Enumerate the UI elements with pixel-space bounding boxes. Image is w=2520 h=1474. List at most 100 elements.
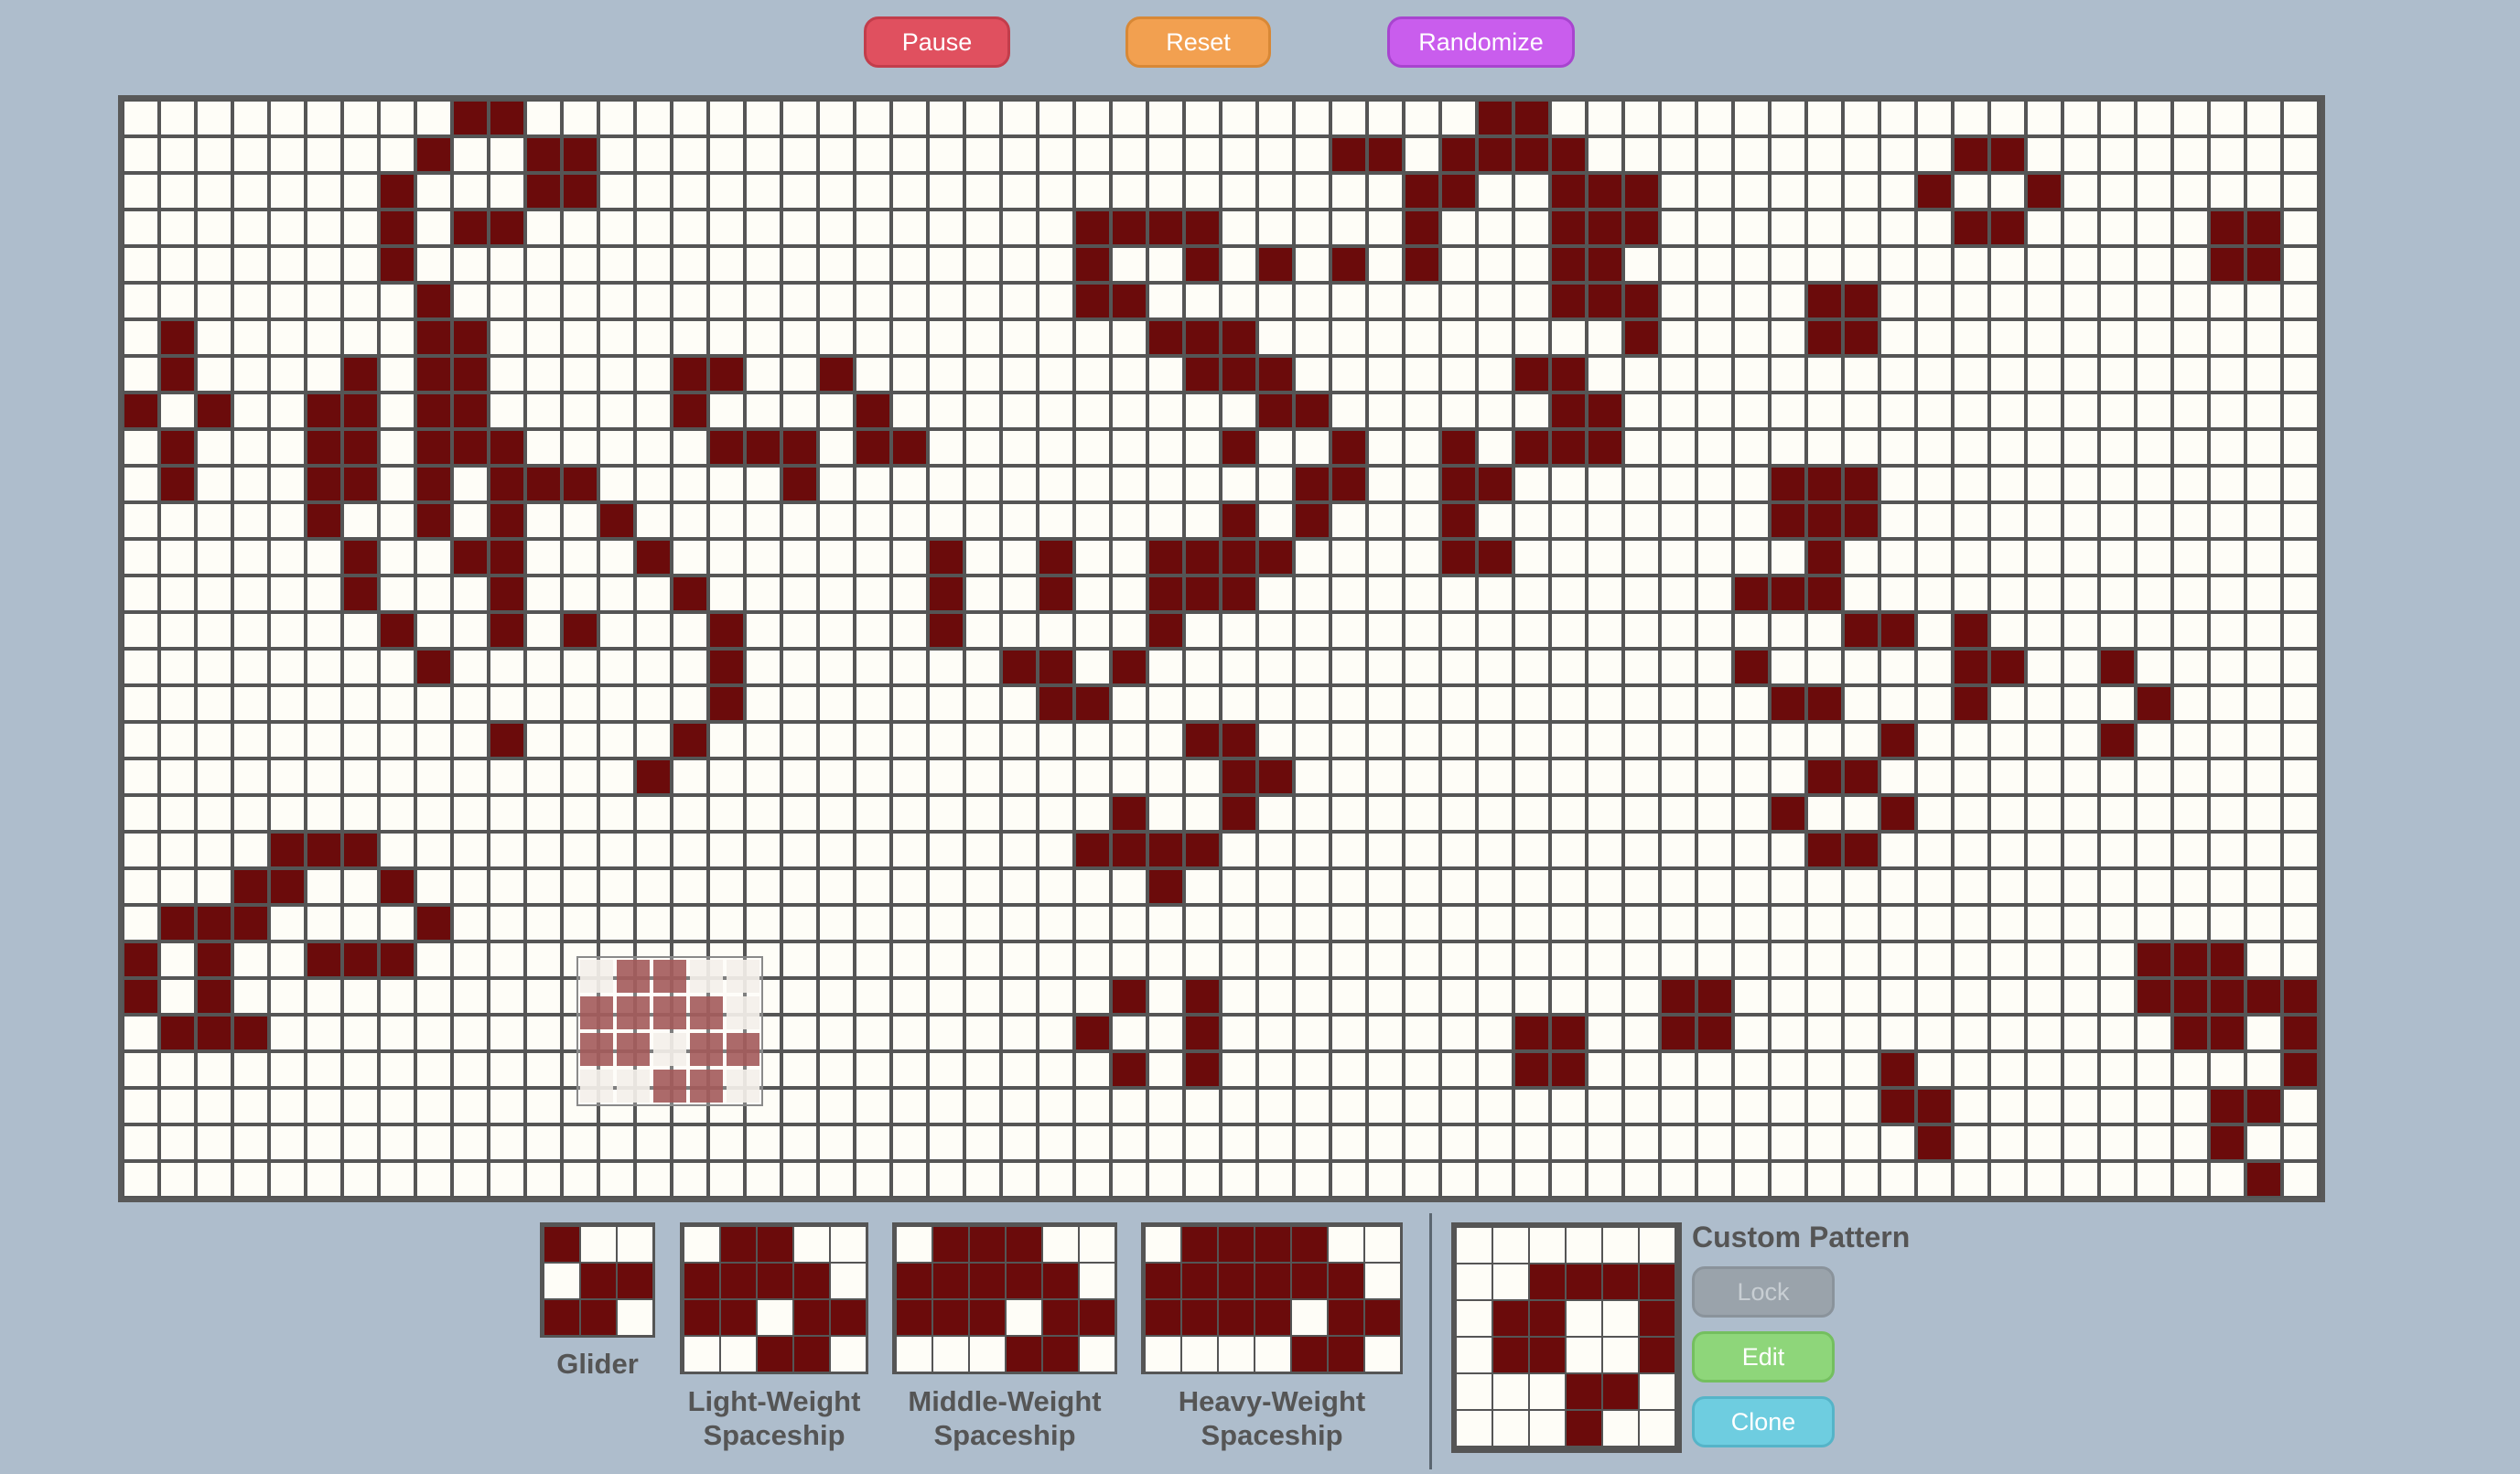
board-cell[interactable]	[1552, 394, 1585, 427]
board-cell[interactable]	[2101, 577, 2134, 610]
board-cell[interactable]	[1662, 175, 1695, 208]
board-cell[interactable]	[2028, 138, 2061, 171]
board-cell[interactable]	[2174, 943, 2207, 976]
board-cell[interactable]	[1296, 248, 1329, 281]
board-cell[interactable]	[490, 1090, 523, 1123]
board-cell[interactable]	[637, 760, 670, 793]
custom-pattern-cell[interactable]	[1603, 1228, 1638, 1263]
board-cell[interactable]	[1515, 1163, 1548, 1196]
board-cell[interactable]	[1662, 211, 1695, 244]
board-cell[interactable]	[1149, 248, 1182, 281]
board-cell[interactable]	[930, 211, 963, 244]
board-cell[interactable]	[783, 468, 816, 500]
board-cell[interactable]	[1259, 1163, 1292, 1196]
board-cell[interactable]	[564, 614, 597, 647]
board-cell[interactable]	[1039, 1017, 1072, 1049]
board-cell[interactable]	[2101, 1126, 2134, 1159]
board-cell[interactable]	[1479, 138, 1512, 171]
board-cell[interactable]	[1881, 358, 1914, 391]
board-cell[interactable]	[1149, 431, 1182, 464]
board-cell[interactable]	[600, 907, 633, 940]
board-cell[interactable]	[1881, 175, 1914, 208]
board-cell[interactable]	[1552, 431, 1585, 464]
board-cell[interactable]	[1222, 1126, 1255, 1159]
board-cell[interactable]	[2211, 394, 2244, 427]
board-cell[interactable]	[2138, 687, 2170, 720]
board-cell[interactable]	[234, 834, 267, 866]
board-cell[interactable]	[1698, 541, 1731, 574]
board-cell[interactable]	[783, 651, 816, 683]
board-cell[interactable]	[2138, 138, 2170, 171]
board-cell[interactable]	[1369, 175, 1402, 208]
board-cell[interactable]	[1076, 614, 1109, 647]
board-cell[interactable]	[2284, 1053, 2317, 1086]
board-cell[interactable]	[2247, 760, 2280, 793]
board-cell[interactable]	[381, 943, 414, 976]
board-cell[interactable]	[1881, 138, 1914, 171]
board-cell[interactable]	[930, 285, 963, 317]
board-cell[interactable]	[1625, 577, 1658, 610]
board-cell[interactable]	[1222, 870, 1255, 903]
board-cell[interactable]	[1588, 211, 1621, 244]
board-cell[interactable]	[783, 504, 816, 537]
board-cell[interactable]	[820, 504, 853, 537]
board-cell[interactable]	[1039, 614, 1072, 647]
board-cell[interactable]	[747, 870, 780, 903]
board-cell[interactable]	[2211, 211, 2244, 244]
board-cell[interactable]	[1515, 358, 1548, 391]
board-cell[interactable]	[1149, 870, 1182, 903]
board-cell[interactable]	[1369, 1053, 1402, 1086]
board-cell[interactable]	[1955, 321, 1987, 354]
board-cell[interactable]	[1625, 797, 1658, 830]
board-cell[interactable]	[1662, 760, 1695, 793]
board-cell[interactable]	[2174, 834, 2207, 866]
board-cell[interactable]	[1149, 211, 1182, 244]
board-cell[interactable]	[1552, 285, 1585, 317]
board-cell[interactable]	[490, 614, 523, 647]
board-cell[interactable]	[1479, 797, 1512, 830]
board-cell[interactable]	[490, 760, 523, 793]
board-cell[interactable]	[1735, 321, 1768, 354]
board-cell[interactable]	[1479, 1053, 1512, 1086]
board-cell[interactable]	[2247, 138, 2280, 171]
board-cell[interactable]	[381, 102, 414, 134]
board-cell[interactable]	[307, 248, 340, 281]
board-cell[interactable]	[1772, 577, 1804, 610]
board-cell[interactable]	[637, 651, 670, 683]
board-cell[interactable]	[2028, 651, 2061, 683]
board-cell[interactable]	[1991, 394, 2024, 427]
board-cell[interactable]	[2064, 577, 2097, 610]
board-cell[interactable]	[1442, 468, 1475, 500]
board-cell[interactable]	[1296, 760, 1329, 793]
board-cell[interactable]	[527, 1163, 560, 1196]
board-cell[interactable]	[1479, 577, 1512, 610]
board-cell[interactable]	[1881, 321, 1914, 354]
board-cell[interactable]	[1369, 760, 1402, 793]
board-cell[interactable]	[527, 870, 560, 903]
board-cell[interactable]	[1808, 907, 1841, 940]
board-cell[interactable]	[234, 358, 267, 391]
board-cell[interactable]	[1369, 614, 1402, 647]
board-cell[interactable]	[637, 358, 670, 391]
board-cell[interactable]	[1735, 651, 1768, 683]
board-cell[interactable]	[1186, 760, 1219, 793]
custom-pattern-cell[interactable]	[1530, 1374, 1565, 1409]
board-cell[interactable]	[1588, 980, 1621, 1013]
board-cell[interactable]	[344, 102, 377, 134]
board-cell[interactable]	[1003, 1163, 1036, 1196]
board-cell[interactable]	[1259, 504, 1292, 537]
board-cell[interactable]	[527, 541, 560, 574]
board-cell[interactable]	[564, 541, 597, 574]
board-cell[interactable]	[747, 541, 780, 574]
board-cell[interactable]	[1332, 687, 1365, 720]
board-cell[interactable]	[1479, 724, 1512, 757]
board-cell[interactable]	[2138, 394, 2170, 427]
board-cell[interactable]	[1076, 1126, 1109, 1159]
board-cell[interactable]	[637, 321, 670, 354]
board-cell[interactable]	[1186, 651, 1219, 683]
board-cell[interactable]	[1076, 1017, 1109, 1049]
board-cell[interactable]	[2138, 102, 2170, 134]
board-cell[interactable]	[1442, 211, 1475, 244]
board-cell[interactable]	[637, 870, 670, 903]
board-cell[interactable]	[1552, 980, 1585, 1013]
